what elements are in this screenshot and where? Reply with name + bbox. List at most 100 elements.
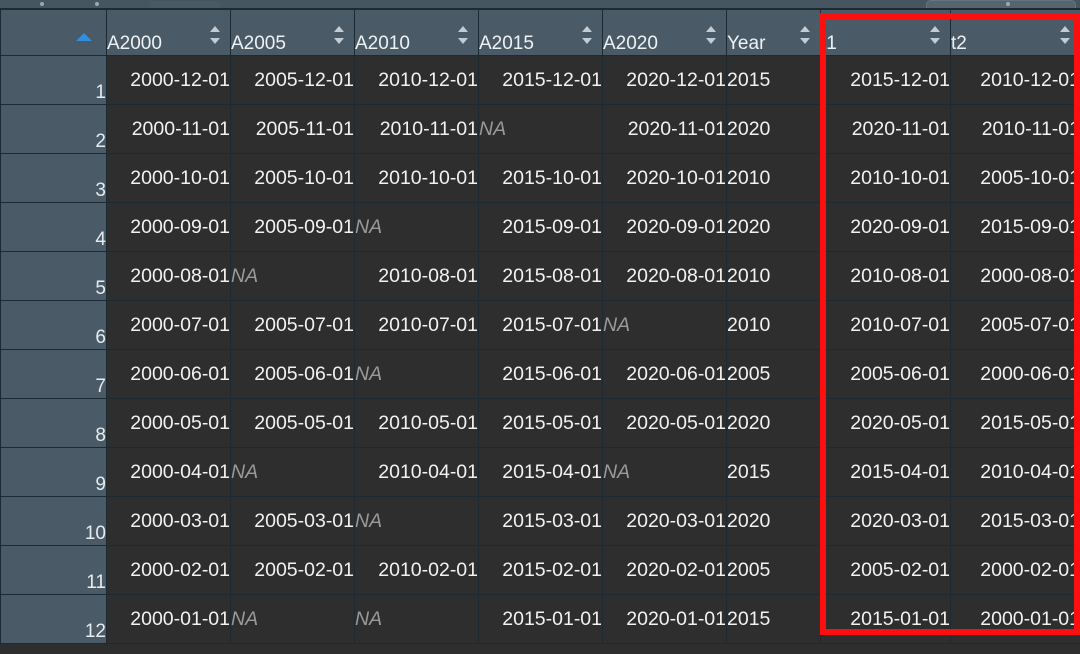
cell-t2: 2010-12-01 [950,55,1080,105]
sort-ascending-icon [76,33,92,41]
cell-a2015: 2015-07-01 [478,300,603,350]
cell-t1: 2020-03-01 [820,496,951,546]
table-row: 5 2000-08-01 NA 2010-08-01 2015-08-01 2020-08… [0,251,1080,301]
cell-t2: 2005-10-01 [950,153,1080,203]
table-header-row: A2000 A2005 A2010 A2015 A2020 Year t1 t2 [0,9,1080,56]
row-number: 8 [0,398,107,448]
cell-a2020: 2020-08-01 [602,251,727,301]
table-row: 4 2000-09-01 2005-09-01 NA 2015-09-01 2020-09… [0,202,1080,252]
column-header-a2020[interactable]: A2020 [602,9,727,56]
table-row: 6 2000-07-01 2005-07-01 2010-07-01 2015-07-0… [0,300,1080,350]
cell-year: 2005 [726,545,821,595]
sort-arrows-icon[interactable] [930,26,941,44]
sort-arrows-icon[interactable] [458,26,469,44]
cell-t2: 2010-04-01 [950,447,1080,497]
cell-a2015: 2015-05-01 [478,398,603,448]
search-icon [1006,2,1010,6]
table-row: 3 2000-10-01 2005-10-01 2010-10-01 2015-10-0… [0,153,1080,203]
cell-t1: 2020-05-01 [820,398,951,448]
sort-arrows-icon[interactable] [706,26,717,44]
cell-a2000: 2000-01-01 [106,594,231,644]
table-row: 1 2000-12-01 2005-12-01 2010-12-01 2015-12-0… [0,55,1080,105]
cell-year: 2005 [726,349,821,399]
data-table: A2000 A2005 A2010 A2015 A2020 Year t1 t2… [0,9,1080,644]
cell-a2020: 2020-09-01 [602,202,727,252]
table-row: 12 2000-01-01 NA NA 2015-01-01 2020-01-01 2015… [0,594,1080,644]
cell-t1: 2010-10-01 [820,153,951,203]
cell-a2005: NA [230,447,355,497]
sort-arrows-icon[interactable] [1060,26,1071,44]
viewer-toolbar [0,0,1080,9]
row-number: 12 [0,594,107,644]
cell-a2015: 2015-12-01 [478,55,603,105]
toolbar-button-group[interactable] [150,1,220,8]
cell-a2005: NA [230,594,355,644]
cell-a2015: 2015-04-01 [478,447,603,497]
cell-t2: 2000-02-01 [950,545,1080,595]
cell-a2000: 2000-06-01 [106,349,231,399]
cell-a2010: 2010-08-01 [354,251,479,301]
cell-year: 2010 [726,300,821,350]
cell-t1: 2015-12-01 [820,55,951,105]
cell-a2010: 2010-05-01 [354,398,479,448]
cell-a2020: 2020-10-01 [602,153,727,203]
column-label: A2000 [107,33,162,54]
cell-t1: 2010-07-01 [820,300,951,350]
cell-t1: 2005-02-01 [820,545,951,595]
cell-a2015: 2015-08-01 [478,251,603,301]
cell-a2010: 2010-11-01 [354,104,479,154]
cell-t1: 2010-08-01 [820,251,951,301]
cell-a2020: 2020-11-01 [602,104,727,154]
cell-a2005: 2005-05-01 [230,398,355,448]
cell-a2015: 2015-01-01 [478,594,603,644]
column-header-a2010[interactable]: A2010 [354,9,479,56]
column-header-a2015[interactable]: A2015 [478,9,603,56]
table-body: 1 2000-12-01 2005-12-01 2010-12-01 2015-12-0… [0,55,1080,644]
column-header-a2005[interactable]: A2005 [230,9,355,56]
cell-t2: 2005-07-01 [950,300,1080,350]
search-input[interactable] [926,0,1076,8]
row-number: 5 [0,251,107,301]
table-row: 9 2000-04-01 NA 2010-04-01 2015-04-01 NA 2015 2… [0,447,1080,497]
sort-arrows-icon[interactable] [334,26,345,44]
cell-a2020: 2020-06-01 [602,349,727,399]
column-header-t2[interactable]: t2 [950,9,1080,56]
cell-a2000: 2000-08-01 [106,251,231,301]
row-number: 11 [0,545,107,595]
cell-a2010: 2010-02-01 [354,545,479,595]
sort-arrows-icon[interactable] [582,26,593,44]
cell-year: 2020 [726,496,821,546]
sort-arrows-icon[interactable] [800,26,811,44]
row-number: 6 [0,300,107,350]
column-label: t1 [821,33,837,54]
cell-a2010: NA [354,202,479,252]
sort-arrows-icon[interactable] [210,26,221,44]
row-number: 10 [0,496,107,546]
cell-a2000: 2000-02-01 [106,545,231,595]
toolbar-icon-2[interactable] [95,2,99,6]
table-row: 7 2000-06-01 2005-06-01 NA 2015-06-01 2020-06… [0,349,1080,399]
cell-year: 2015 [726,594,821,644]
cell-a2000: 2000-12-01 [106,55,231,105]
cell-t2: 2000-01-01 [950,594,1080,644]
column-header-t1[interactable]: t1 [820,9,951,56]
table-row: 10 2000-03-01 2005-03-01 NA 2015-03-01 2020-0… [0,496,1080,546]
cell-year: 2010 [726,153,821,203]
cell-a2000: 2000-09-01 [106,202,231,252]
cell-t2: 2015-03-01 [950,496,1080,546]
cell-a2000: 2000-11-01 [106,104,231,154]
column-header-a2000[interactable]: A2000 [106,9,231,56]
column-header-rownum[interactable] [0,9,107,56]
cell-a2000: 2000-07-01 [106,300,231,350]
cell-t1: 2015-04-01 [820,447,951,497]
column-label: A2005 [231,33,286,54]
column-header-year[interactable]: Year [726,9,821,56]
cell-a2015: 2015-02-01 [478,545,603,595]
cell-t2: 2000-08-01 [950,251,1080,301]
cell-year: 2020 [726,202,821,252]
cell-a2010: 2010-07-01 [354,300,479,350]
cell-a2015: 2015-09-01 [478,202,603,252]
toolbar-icon-1[interactable] [40,2,44,6]
cell-a2005: 2005-12-01 [230,55,355,105]
cell-a2000: 2000-05-01 [106,398,231,448]
